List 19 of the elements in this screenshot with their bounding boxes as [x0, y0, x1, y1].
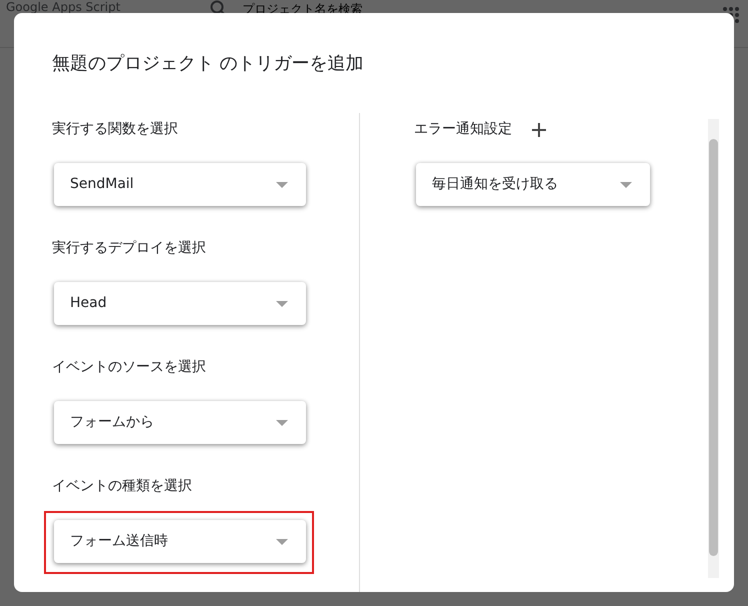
caret-icon	[276, 538, 288, 544]
dropdown[interactable]: 毎日通知を受け取る	[416, 163, 650, 206]
field-label: イベントの種類を選択	[52, 477, 193, 496]
scrollbar[interactable]	[708, 119, 719, 578]
field-label: イベントのソースを選択	[52, 358, 207, 377]
field-label: エラー通知設定	[414, 120, 512, 139]
dropdown[interactable]: SendMail	[54, 163, 306, 206]
caret-icon	[620, 182, 632, 188]
app-title: Google Apps Script	[6, 1, 120, 13]
dialog-title: 無題のプロジェクト のトリガーを追加	[51, 52, 365, 76]
add-icon[interactable]	[532, 123, 546, 137]
field-label: 実行する関数を選択	[52, 120, 179, 139]
caret-icon	[276, 182, 288, 188]
dropdown[interactable]: フォームから	[54, 401, 306, 444]
dropdown[interactable]: Head	[54, 282, 306, 325]
caret-icon	[276, 300, 288, 306]
caret-icon	[276, 420, 288, 426]
dropdown[interactable]: フォーム送信時	[54, 520, 306, 563]
field-label: 実行するデプロイを選択	[52, 239, 207, 258]
